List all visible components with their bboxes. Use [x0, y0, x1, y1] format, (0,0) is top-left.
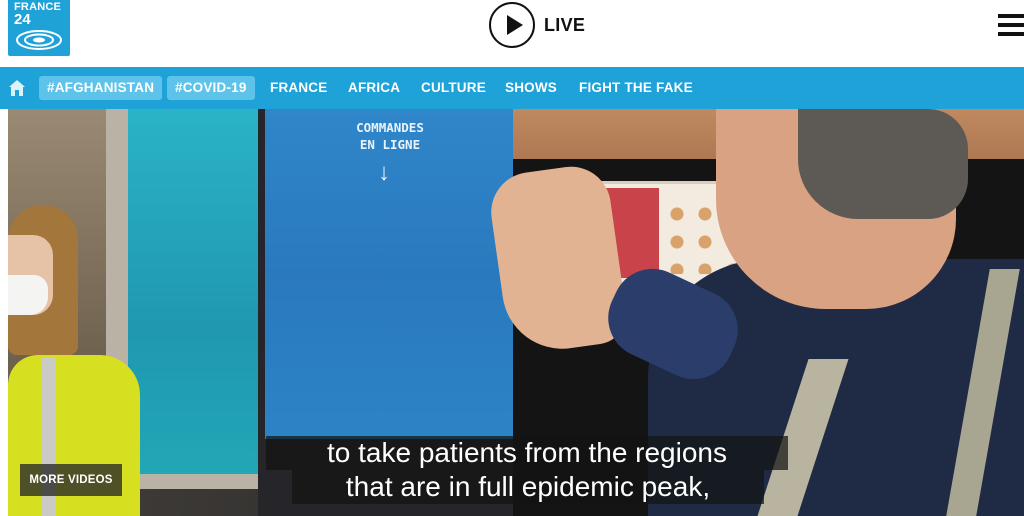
scene-screen-text: COMMANDES EN LIGNE — [265, 119, 515, 153]
nav-item-france[interactable]: FRANCE — [270, 76, 327, 100]
nav-item-covid-19[interactable]: #COVID-19 — [167, 76, 255, 100]
main-nav: #AFGHANISTAN #COVID-19 FRANCE AFRICA CUL… — [0, 67, 1024, 109]
subtitle-line-1: to take patients from the regions — [266, 436, 788, 470]
nav-item-africa[interactable]: AFRICA — [348, 76, 400, 100]
france24-logo[interactable]: FRANCE 24 — [8, 0, 70, 56]
nav-item-shows[interactable]: SHOWS — [505, 76, 557, 100]
nav-item-fight-the-fake[interactable]: FIGHT THE FAKE — [579, 76, 693, 100]
scene-blue-screen: COMMANDES EN LIGNE ↓ — [265, 109, 515, 439]
site-header: FRANCE 24 LIVE — [0, 0, 1024, 67]
nav-item-afghanistan[interactable]: #AFGHANISTAN — [39, 76, 163, 100]
scene-text-line2: EN LIGNE — [359, 137, 421, 152]
hamburger-menu-icon[interactable] — [998, 14, 1024, 38]
nav-item-culture[interactable]: CULTURE — [421, 76, 486, 100]
home-icon[interactable] — [8, 79, 26, 97]
live-button[interactable]: LIVE — [489, 2, 585, 48]
scene-arrow-icon: ↓ — [378, 159, 390, 186]
live-label: LIVE — [544, 14, 586, 35]
scene-text-line1: COMMANDES — [356, 120, 424, 135]
scene-teal-kiosk — [128, 109, 258, 474]
play-icon[interactable] — [489, 2, 535, 48]
logo-waves-icon — [16, 30, 62, 50]
more-videos-button[interactable]: MORE VIDEOS — [20, 464, 122, 496]
video-player[interactable]: COMMANDES EN LIGNE ↓ to take patients fr… — [8, 109, 1024, 516]
subtitle-line-2: that are in full epidemic peak, — [292, 470, 764, 504]
